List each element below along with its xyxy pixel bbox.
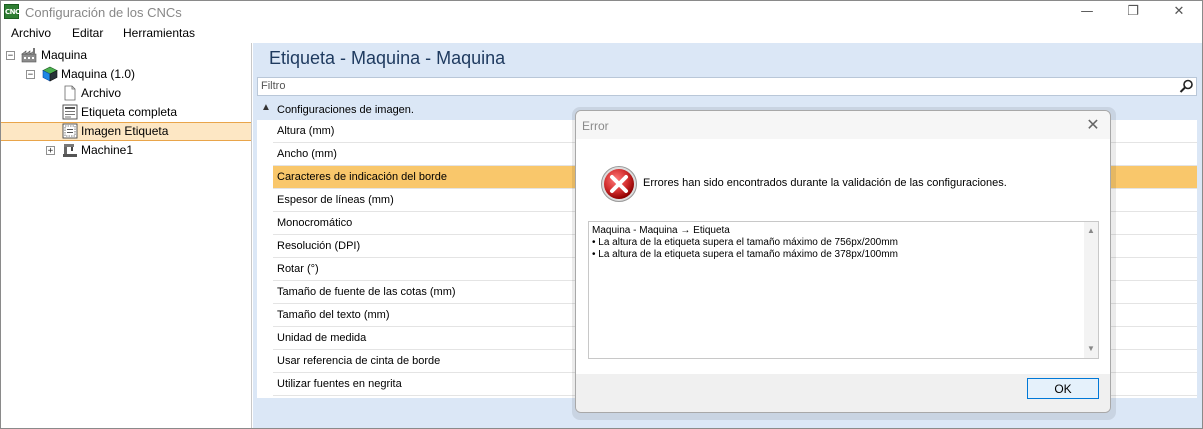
menu-bar: Archivo Editar Herramientas (1, 23, 1202, 43)
error-details-text: Maquina - Maquina → Etiqueta • La altura … (592, 225, 898, 261)
ok-button[interactable]: OK (1027, 378, 1099, 399)
property-label: Resolución (DPI) (277, 240, 361, 252)
filter-placeholder: Filtro (261, 80, 286, 92)
collapse-icon[interactable]: − (26, 70, 35, 80)
collapse-icon[interactable]: − (6, 51, 15, 61)
menu-archivo[interactable]: Archivo (11, 26, 51, 40)
property-label: Ancho (mm) (277, 148, 337, 160)
error-details-box[interactable]: Maquina - Maquina → Etiqueta • La altura … (588, 221, 1099, 359)
tree-item-machine1[interactable]: + Machine1 (1, 141, 251, 159)
page-title: Etiqueta - Maquina - Maquina (269, 48, 506, 68)
property-label: Altura (mm) (277, 125, 335, 137)
menu-editar[interactable]: Editar (72, 26, 103, 40)
chevron-up-icon[interactable]: ▲ (261, 102, 271, 113)
search-icon[interactable] (1179, 79, 1194, 94)
error-dialog: Error ✕ Errores han sido encontrados dur… (575, 110, 1111, 413)
tree-item-archivo[interactable]: Archivo (1, 84, 251, 102)
property-label: Rotar (°) (277, 263, 319, 275)
property-label: Tamaño de fuente de las cotas (mm) (277, 286, 456, 298)
property-label: Caracteres de indicación del borde (277, 171, 447, 183)
window-title: Configuración de los CNCs (25, 5, 182, 20)
property-label: Tamaño del texto (mm) (277, 309, 390, 321)
maximize-button[interactable]: ❐ (1110, 1, 1156, 23)
details-line: • La altura de la etiqueta supera el tam… (592, 237, 898, 248)
tree-item-label: Maquina (1.0) (61, 67, 136, 81)
tree-panel: − Maquina − Maquina (1.0) Archivo Etique… (1, 43, 252, 428)
tree-item-label: Machine1 (81, 143, 134, 157)
label-icon (62, 104, 78, 120)
minimize-button[interactable]: — (1064, 1, 1110, 23)
details-line: Maquina - Maquina → Etiqueta (592, 225, 730, 236)
document-icon (64, 85, 76, 101)
property-label: Espesor de líneas (mm) (277, 194, 394, 206)
tree-item-label: Imagen Etiqueta (81, 124, 169, 138)
error-icon (601, 166, 637, 202)
property-label: Usar referencia de cinta de borde (277, 355, 441, 367)
cnc-app-icon: CNC (4, 4, 20, 19)
label-image-icon (62, 123, 78, 139)
tree-item-maquina-1-0[interactable]: − Maquina (1.0) (1, 65, 251, 83)
group-label: Configuraciones de imagen. (277, 104, 414, 116)
dialog-title: Error (582, 119, 609, 133)
tree-item-label: Maquina (41, 48, 88, 62)
expand-icon[interactable]: + (46, 146, 55, 156)
title-bar: CNC Configuración de los CNCs — ❐ ✕ (1, 1, 1202, 23)
menu-herramientas[interactable]: Herramientas (123, 26, 195, 40)
scroll-down-icon[interactable]: ▼ (1084, 342, 1098, 356)
dialog-footer: OK (576, 374, 1110, 412)
details-line: • La altura de la etiqueta supera el tam… (592, 249, 898, 260)
tree-item-label: Etiqueta completa (81, 105, 178, 119)
property-label: Unidad de medida (277, 332, 367, 344)
details-scrollbar[interactable]: ▲ ▼ (1084, 222, 1098, 358)
scroll-up-icon[interactable]: ▲ (1084, 224, 1098, 238)
dialog-close-button[interactable]: ✕ (1084, 116, 1102, 134)
tree-item-label: Archivo (81, 86, 122, 100)
property-label: Monocromático (277, 217, 353, 229)
close-button[interactable]: ✕ (1156, 1, 1202, 23)
cube-icon (42, 66, 58, 82)
tree-item-etiqueta-completa[interactable]: Etiqueta completa (1, 103, 251, 121)
dialog-body: Errores han sido encontrados durante la … (576, 139, 1110, 374)
cnc-machine-icon (63, 144, 77, 157)
dialog-title-bar: Error ✕ (576, 111, 1110, 139)
tree-item-maquina[interactable]: − Maquina (1, 46, 251, 64)
filter-input[interactable]: Filtro (257, 77, 1197, 96)
tree-item-imagen-etiqueta[interactable]: Imagen Etiqueta (1, 122, 251, 140)
error-message: Errores han sido encontrados durante la … (643, 177, 1007, 189)
property-label: Utilizar fuentes en negrita (277, 378, 402, 390)
factory-icon (21, 48, 37, 63)
